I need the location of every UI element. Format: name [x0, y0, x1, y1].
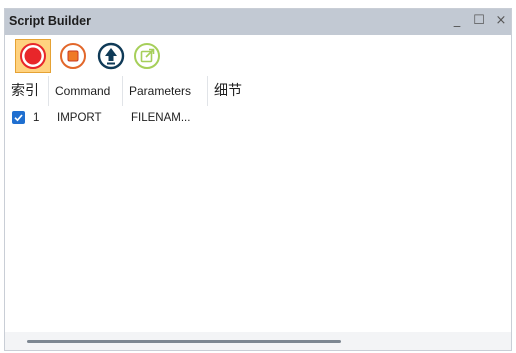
horizontal-scrollbar-track[interactable] [5, 332, 511, 350]
cell-index: 1 [33, 112, 40, 124]
stop-button[interactable] [55, 39, 91, 73]
column-header-details[interactable]: 细节 [208, 76, 268, 106]
column-header-parameters[interactable]: Parameters [123, 76, 208, 106]
background-strip [0, 0, 516, 8]
upload-button[interactable] [93, 39, 129, 73]
cell-details [209, 108, 269, 128]
column-header-index[interactable]: 索引 [5, 76, 49, 106]
title-bar[interactable]: Script Builder _ ☐ × [5, 9, 511, 35]
table-row[interactable]: 1 IMPORT FILENAM... [5, 108, 511, 128]
record-button[interactable] [15, 39, 51, 73]
column-header-command[interactable]: Command [49, 76, 123, 106]
record-icon [20, 43, 46, 69]
script-builder-panel: Script Builder _ ☐ × 索引 Command Paramete… [4, 8, 512, 351]
window-title: Script Builder [9, 14, 91, 28]
toolbar [5, 35, 511, 73]
stop-icon [60, 43, 86, 69]
maximize-button[interactable]: ☐ [471, 12, 487, 30]
row-checkbox[interactable] [12, 111, 25, 124]
minimize-button[interactable]: _ [449, 12, 465, 30]
cell-parameters: FILENAM... [131, 112, 191, 124]
cell-command: IMPORT [57, 112, 102, 124]
export-button[interactable] [129, 39, 165, 73]
close-button[interactable]: × [493, 12, 509, 30]
table-header: 索引 Command Parameters 细节 [5, 76, 511, 106]
horizontal-scrollbar-thumb[interactable] [27, 340, 341, 343]
checkmark-icon [14, 114, 23, 122]
external-link-icon [134, 43, 160, 69]
script-table: 索引 Command Parameters 细节 1 IMPORT FILENA… [5, 76, 511, 332]
upload-arrow-icon [97, 42, 125, 70]
